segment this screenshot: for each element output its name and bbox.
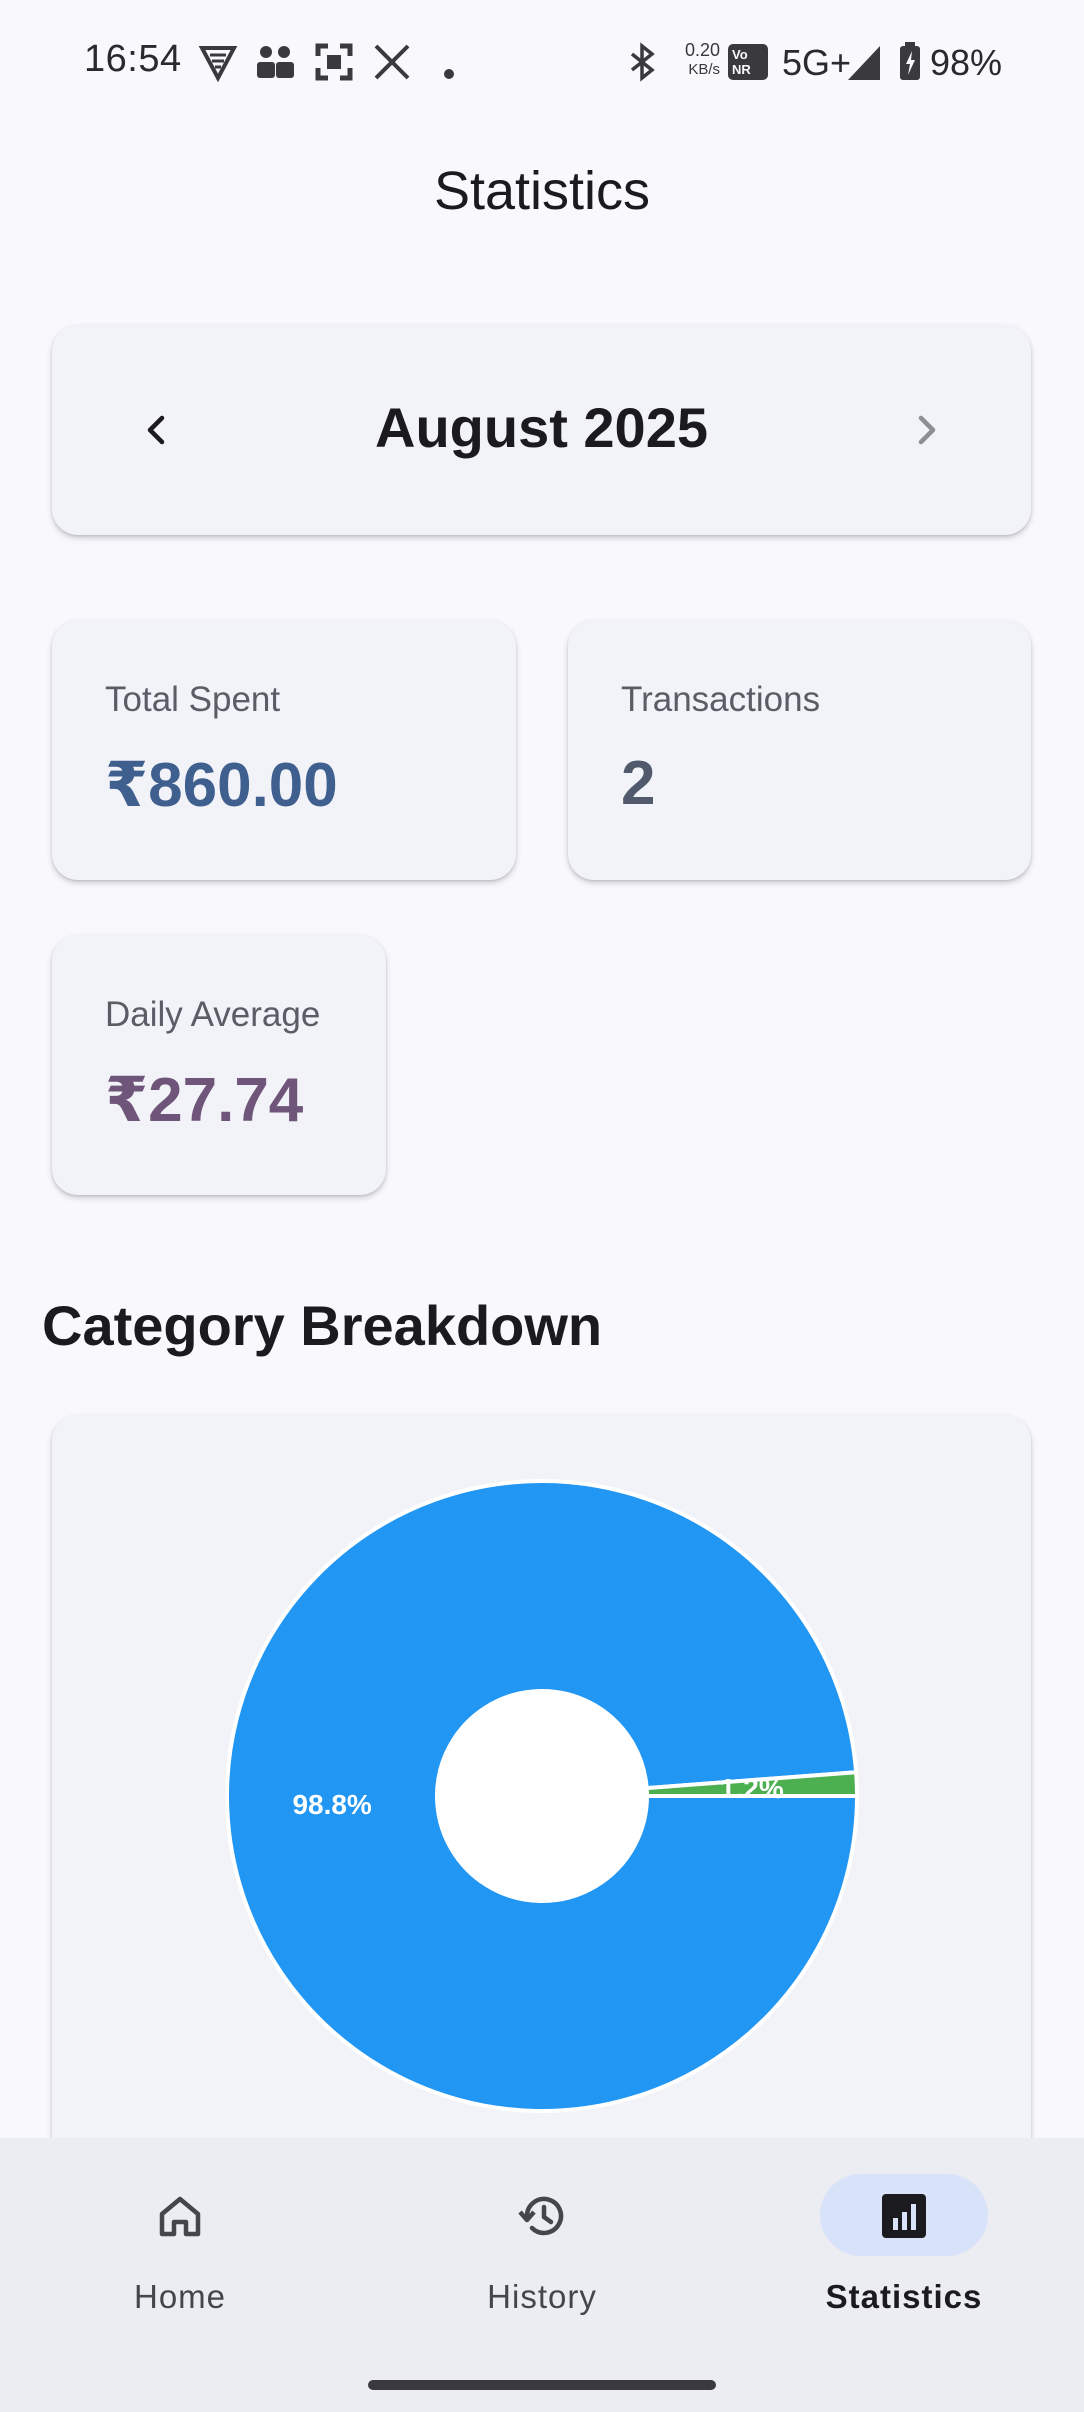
- vpn-icon: [198, 46, 238, 82]
- transactions-value: 2: [621, 749, 656, 818]
- chart-slice-label-0: 98.8%: [292, 1789, 371, 1820]
- bar-chart-icon: [882, 2194, 926, 2238]
- daily-average-label: Daily Average: [105, 995, 321, 1034]
- contacts-icon: [257, 46, 294, 78]
- bluetooth-icon: [630, 42, 655, 82]
- total-spent-card: Total Spent ₹860.00: [52, 620, 516, 880]
- status-time: 16:54: [84, 38, 182, 80]
- page-title: Statistics: [433, 161, 651, 221]
- home-gesture-bar[interactable]: [368, 2380, 716, 2390]
- history-icon: [518, 2196, 564, 2236]
- statistics-screen: 16:54 0.20 KB/s Vo NR 5G+ 98% Statistics…: [0, 0, 1084, 2412]
- nav-home-label: Home: [133, 2278, 227, 2315]
- nav-statistics-label: Statistics: [825, 2278, 983, 2315]
- network-type: 5G+: [782, 42, 852, 83]
- status-bar: 16:54 0.20 KB/s Vo NR 5G+ 98%: [0, 0, 1084, 130]
- nav-home[interactable]: Home: [30, 2174, 330, 2334]
- transactions-card: Transactions 2: [568, 620, 1031, 880]
- volte-label: Vo NR: [732, 47, 751, 77]
- daily-average-card: Daily Average ₹27.74: [52, 935, 386, 1195]
- transactions-label: Transactions: [621, 680, 821, 719]
- bottom-navigation: Home History Statistics: [0, 2138, 1084, 2412]
- daily-average-value: ₹27.74: [105, 1066, 304, 1135]
- donut-center: [439, 1693, 645, 1899]
- nav-history-label: History: [487, 2278, 597, 2315]
- chart-slice-label-1: 1.2%: [720, 1773, 784, 1804]
- month-label: August 2025: [375, 396, 708, 459]
- home-icon: [159, 2196, 201, 2237]
- nav-statistics[interactable]: Statistics: [754, 2174, 1054, 2334]
- net-speed-value: 0.20: [684, 40, 720, 60]
- signal-icon: [848, 46, 880, 80]
- total-spent-value: ₹860.00: [105, 751, 338, 820]
- x-app-icon: [374, 44, 410, 80]
- category-breakdown-title: Category Breakdown: [42, 1294, 603, 1357]
- total-spent-label: Total Spent: [105, 680, 281, 719]
- volte-icon: Vo NR: [728, 44, 768, 80]
- dot-icon: [444, 69, 454, 79]
- nav-history[interactable]: History: [392, 2174, 692, 2334]
- month-selector-card: August 2025: [52, 325, 1031, 535]
- battery-percent: 98%: [930, 42, 1003, 83]
- net-speed-unit: KB/s: [688, 61, 720, 78]
- scan-icon: [315, 43, 353, 81]
- chevron-right-icon: [918, 415, 936, 445]
- battery-icon: [900, 42, 920, 80]
- net-speed: 0.20 KB/s: [672, 40, 720, 80]
- next-month-button[interactable]: [891, 395, 961, 465]
